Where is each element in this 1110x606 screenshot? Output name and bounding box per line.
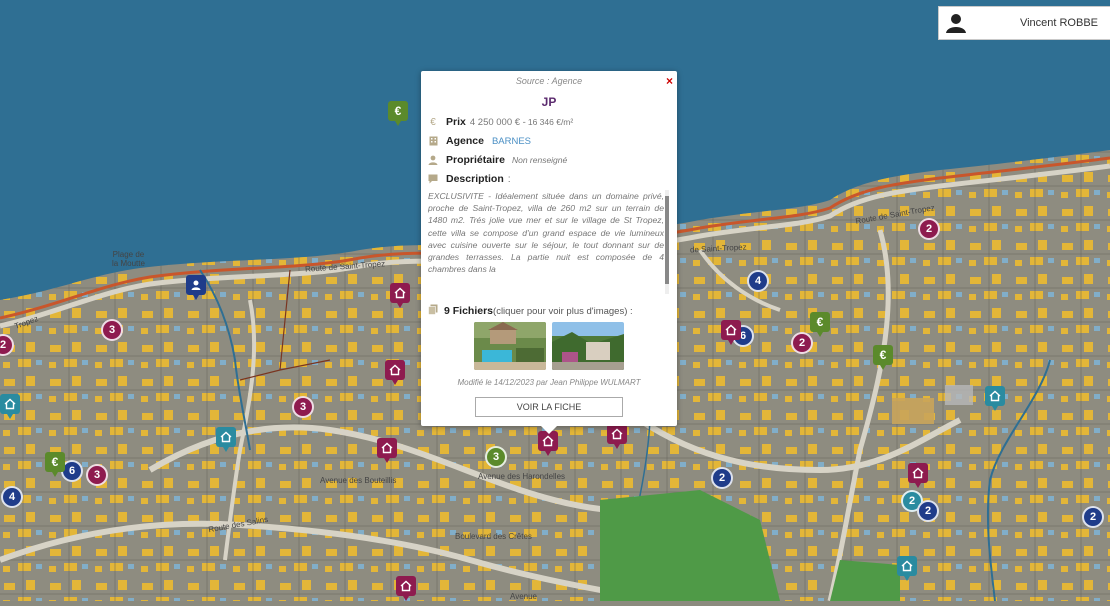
- agency-link[interactable]: BARNES: [492, 136, 531, 147]
- house-pin-icon[interactable]: [385, 360, 405, 385]
- map-label-avenue: Avenue des Bouteillis: [320, 476, 397, 485]
- source-label: Source : Agence: [515, 76, 583, 86]
- house-pin-icon[interactable]: [396, 576, 416, 601]
- owner-value: Non renseigné: [511, 155, 568, 165]
- map-label-boulevard: Boulevard des Crêtes: [455, 532, 532, 541]
- property-photo[interactable]: [474, 322, 546, 370]
- house-pin-icon[interactable]: [908, 463, 928, 488]
- price-per-m2: 16 346 €/m²: [527, 117, 574, 127]
- files-row[interactable]: 9 Fichiers (cliquer pour voir plus d'ima…: [428, 304, 633, 318]
- cluster-marker[interactable]: 2: [791, 332, 813, 354]
- euro-pin-icon[interactable]: €: [873, 345, 893, 370]
- cluster-marker[interactable]: 2: [711, 467, 733, 489]
- cluster-marker[interactable]: 3: [485, 446, 507, 468]
- owner-label: Propriétaire: [446, 154, 505, 166]
- files-icon: [428, 304, 438, 318]
- map-label-avenue: Avenue: [510, 592, 537, 601]
- house-pin-icon[interactable]: [985, 386, 1005, 411]
- modified-info: Modifié le 14/12/2023 par Jean Philippe …: [457, 378, 641, 387]
- close-icon[interactable]: ×: [666, 74, 673, 88]
- house-pin-icon[interactable]: [377, 438, 397, 463]
- house-pin-icon[interactable]: [216, 427, 236, 452]
- agency-label: Agence: [446, 135, 484, 147]
- listing-title: JP: [541, 95, 557, 109]
- house-pin-icon[interactable]: [607, 424, 627, 449]
- owner-row: Propriétaire Non renseigné: [428, 154, 567, 166]
- files-label: 9 Fichiers: [444, 305, 494, 317]
- map-label-avenue: Avenue des Harondelles: [478, 472, 566, 481]
- euro-icon: €: [430, 116, 436, 128]
- building-icon: [428, 136, 438, 146]
- cluster-marker[interactable]: 2: [1082, 506, 1104, 528]
- listing-popup: Source : Agence × JP € Prix 4 250 000 € …: [421, 71, 677, 434]
- euro-pin-icon[interactable]: €: [810, 312, 830, 337]
- cluster-marker[interactable]: 3: [292, 396, 314, 418]
- map-label-plage: Plage de la Moutte: [112, 250, 145, 268]
- cluster-marker[interactable]: 2: [918, 218, 940, 240]
- files-hint: (cliquer pour voir plus d'images) :: [493, 305, 633, 317]
- house-pin-icon[interactable]: [390, 283, 410, 308]
- comment-icon: [428, 174, 438, 184]
- house-pin-icon[interactable]: [0, 394, 20, 419]
- cluster-marker[interactable]: 2: [917, 500, 939, 522]
- property-photo[interactable]: [552, 322, 624, 370]
- user-name: Vincent ROBBE: [1019, 17, 1098, 29]
- cluster-marker[interactable]: 4: [747, 270, 769, 292]
- house-pin-icon[interactable]: [721, 320, 741, 345]
- cluster-marker[interactable]: 4: [1, 486, 23, 508]
- user-icon: [946, 14, 966, 33]
- house-pin-icon[interactable]: [538, 431, 558, 456]
- description-row: Description :: [428, 173, 511, 185]
- description-text: EXCLUSIVITE - Idéalement située dans un …: [428, 191, 664, 275]
- person-icon: [428, 155, 438, 165]
- cluster-marker[interactable]: 3: [86, 464, 108, 486]
- person-pin-icon[interactable]: [186, 275, 206, 300]
- user-menu[interactable]: Vincent ROBBE: [938, 6, 1110, 40]
- euro-pin-icon[interactable]: €: [388, 101, 408, 126]
- description-scrollbar[interactable]: [665, 190, 669, 294]
- agency-row: Agence BARNES: [428, 135, 531, 147]
- euro-pin-icon[interactable]: €: [45, 452, 65, 477]
- description-label: Description: [446, 173, 504, 185]
- price-row: € Prix 4 250 000 € - 16 346 €/m²: [428, 116, 573, 128]
- price-label: Prix: [446, 116, 466, 128]
- cluster-marker[interactable]: 3: [101, 319, 123, 341]
- price-value: 4 250 000 € -: [469, 116, 526, 128]
- view-listing-button[interactable]: VOIR LA FICHE: [475, 397, 623, 417]
- house-pin-icon[interactable]: [897, 556, 917, 581]
